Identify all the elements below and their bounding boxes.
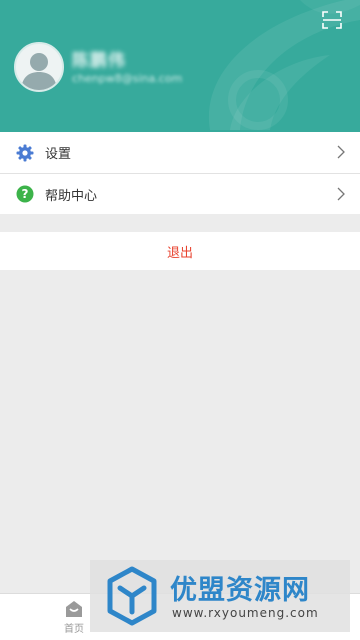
home-icon xyxy=(66,601,82,617)
avatar[interactable] xyxy=(14,42,64,92)
logout-button[interactable]: 退出 xyxy=(0,232,360,270)
gear-icon xyxy=(16,144,34,162)
help-icon: ? xyxy=(16,185,34,203)
svg-text:?: ? xyxy=(22,187,29,201)
tab-home[interactable]: 首页 xyxy=(54,600,94,636)
menu-item-label: 设置 xyxy=(45,147,72,162)
screen: 陈鹏伟 chenpw8@sina.com 设置 ? 帮助中心 退出 首页 优盟资… xyxy=(0,0,360,640)
menu-list: 设置 ? 帮助中心 xyxy=(0,132,360,214)
scan-button[interactable] xyxy=(320,8,344,32)
menu-item-settings[interactable]: 设置 xyxy=(0,132,360,173)
user-email: chenpw8@sina.com xyxy=(72,72,183,85)
chevron-right-icon xyxy=(337,145,345,159)
tab-home-label: 首页 xyxy=(64,624,84,635)
chevron-right-icon xyxy=(337,187,345,201)
menu-item-label: 帮助中心 xyxy=(45,188,98,204)
scan-icon xyxy=(322,11,342,29)
user-avatar-icon xyxy=(21,53,57,90)
user-name: 陈鹏伟 xyxy=(72,51,126,71)
watermark: 优盟资源网 www.rxyoumeng.com xyxy=(90,560,350,632)
watermark-url: www.rxyoumeng.com xyxy=(172,606,319,620)
menu-item-help-center[interactable]: ? 帮助中心 xyxy=(0,173,360,214)
watermark-title: 优盟资源网 xyxy=(170,575,310,606)
cube-logo-icon xyxy=(107,566,157,626)
profile-header: 陈鹏伟 chenpw8@sina.com xyxy=(0,0,360,132)
